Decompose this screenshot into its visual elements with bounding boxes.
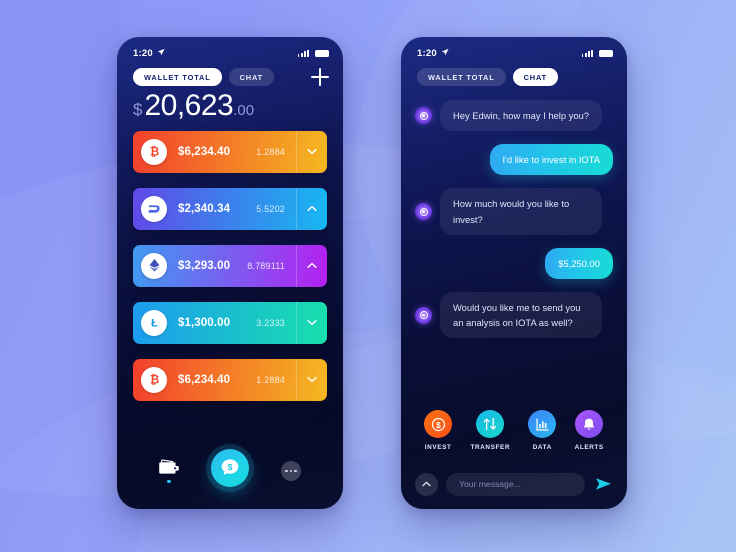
chat-message-user: I'd like to invest in IOTA xyxy=(415,144,613,176)
chat-message-list: Hey Edwin, how may I help you? I'd like t… xyxy=(401,86,627,339)
message-bubble: How much would you like to invest? xyxy=(440,188,602,235)
balance-amount: 20,623 xyxy=(144,89,234,122)
chevron-up-icon[interactable] xyxy=(297,262,327,269)
chevron-down-icon[interactable] xyxy=(297,319,327,326)
tab-chat[interactable]: CHAT xyxy=(228,68,274,86)
coin-card-litecoin[interactable]: Ł $1,300.00 3.2333 xyxy=(133,301,327,344)
message-bubble: Hey Edwin, how may I help you? xyxy=(440,100,602,132)
coin-quantity: 1.2884 xyxy=(256,374,285,385)
action-label: TRANSFER xyxy=(470,444,511,451)
plus-icon[interactable] xyxy=(311,68,329,86)
dash-icon xyxy=(141,195,167,222)
action-label: INVEST xyxy=(424,444,452,451)
svg-text:Ł: Ł xyxy=(151,318,158,330)
battery-icon xyxy=(315,49,329,57)
litecoin-icon: Ł xyxy=(141,309,167,336)
coin-card-ethereum[interactable]: $3,293.00 8.789111 xyxy=(133,244,327,287)
coin-quantity: 3.2333 xyxy=(256,317,285,328)
svg-text:$: $ xyxy=(436,420,441,430)
nav-item-wallet[interactable] xyxy=(159,459,179,484)
chat-message-bot: Hey Edwin, how may I help you? xyxy=(415,100,613,132)
send-icon[interactable] xyxy=(593,474,613,494)
location-arrow-icon xyxy=(157,48,165,56)
signal-bars-icon xyxy=(297,49,309,57)
svg-text:$: $ xyxy=(228,462,233,472)
bitcoin-icon: ₿ xyxy=(141,138,167,165)
tab-bar-chat: WALLET TOTAL CHAT xyxy=(401,59,627,86)
chevron-up-icon[interactable] xyxy=(415,472,438,496)
status-time: 1:20 xyxy=(133,47,153,59)
coin-quantity: 1.2884 xyxy=(256,146,285,157)
action-label: DATA xyxy=(532,444,552,451)
dollar-coin-icon: $ xyxy=(424,410,453,438)
bar-chart-icon xyxy=(528,410,557,438)
svg-text:₿: ₿ xyxy=(149,375,158,387)
bell-icon xyxy=(575,410,604,438)
tab-bar: WALLET TOTAL CHAT xyxy=(117,59,343,86)
bot-avatar xyxy=(415,306,432,324)
wallet-balance: $ 20,623 .00 xyxy=(117,86,343,122)
chat-message-user: $5,250.00 xyxy=(415,247,613,279)
action-alerts[interactable]: ALERTS xyxy=(575,410,604,451)
message-bubble: I'd like to invest in IOTA xyxy=(489,144,613,176)
ethereum-icon xyxy=(141,252,167,279)
status-time-chat: 1:20 xyxy=(417,47,437,59)
action-transfer[interactable]: TRANSFER xyxy=(470,410,510,451)
nav-active-dot xyxy=(167,479,171,484)
message-input-bar xyxy=(401,459,627,509)
action-data[interactable]: DATA xyxy=(528,410,557,451)
more-dots-icon xyxy=(281,461,301,481)
status-bar: 1:20 xyxy=(117,37,343,59)
coin-card-bitcoin[interactable]: ₿ $6,234.40 1.2884 xyxy=(133,130,327,173)
quick-action-bar: $ INVEST TRANSFER DATA ALERTS xyxy=(401,410,627,451)
bitcoin-icon: ₿ xyxy=(141,366,167,393)
chat-dollar-icon: $ xyxy=(221,459,239,475)
bot-avatar xyxy=(415,203,432,221)
nav-item-more[interactable] xyxy=(281,461,301,481)
message-input[interactable] xyxy=(446,472,585,496)
coin-quantity: 5.5202 xyxy=(256,203,285,214)
svg-text:₿: ₿ xyxy=(149,147,158,159)
tab-wallet-total[interactable]: WALLET TOTAL xyxy=(133,68,222,86)
coin-amount: $3,293.00 xyxy=(178,259,231,272)
message-bubble: Would you like me to send you an analysi… xyxy=(440,291,602,339)
message-bubble: $5,250.00 xyxy=(545,247,613,279)
tab-chat[interactable]: CHAT xyxy=(512,68,558,86)
action-invest[interactable]: $ INVEST xyxy=(424,410,453,451)
signal-bars-icon xyxy=(581,49,593,57)
balance-cents: .00 xyxy=(233,102,255,119)
transfer-arrows-icon xyxy=(476,410,505,438)
coin-card-bitcoin[interactable]: ₿ $6,234.40 1.2884 xyxy=(133,358,327,401)
battery-icon xyxy=(599,49,613,57)
chevron-down-icon[interactable] xyxy=(297,376,327,383)
coin-amount: $6,234.40 xyxy=(178,145,231,158)
chat-message-bot: How much would you like to invest? xyxy=(415,188,613,235)
action-label: ALERTS xyxy=(574,444,604,451)
status-bar-chat: 1:20 xyxy=(401,37,627,59)
bottom-nav: $ xyxy=(117,433,343,509)
location-arrow-icon xyxy=(441,48,449,56)
coin-card-list: ₿ $6,234.40 1.2884 $2,340.34 5.5202 $3,293.00… xyxy=(117,122,343,401)
balance-currency: $ xyxy=(133,100,143,119)
chevron-up-icon[interactable] xyxy=(297,205,327,212)
bot-avatar xyxy=(415,107,432,125)
wallet-phone-screen: 1:20 WALLET TOTAL CHAT $ 20,623 .00 ₿ $6,… xyxy=(117,37,343,509)
chat-message-bot: Would you like me to send you an analysi… xyxy=(415,291,613,339)
chevron-down-icon[interactable] xyxy=(297,148,327,155)
coin-quantity: 8.789111 xyxy=(247,260,285,271)
coin-amount: $1,300.00 xyxy=(178,316,231,329)
coin-card-dash[interactable]: $2,340.34 5.5202 xyxy=(133,187,327,230)
chat-phone-screen: 1:20 WALLET TOTAL CHAT Hey Edwin, how ma… xyxy=(401,37,627,509)
wallet-icon xyxy=(159,459,179,474)
tab-wallet-total[interactable]: WALLET TOTAL xyxy=(417,68,506,86)
coin-amount: $2,340.34 xyxy=(178,202,231,215)
nav-item-chat-fab[interactable]: $ xyxy=(211,449,249,487)
coin-amount: $6,234.40 xyxy=(178,373,231,386)
